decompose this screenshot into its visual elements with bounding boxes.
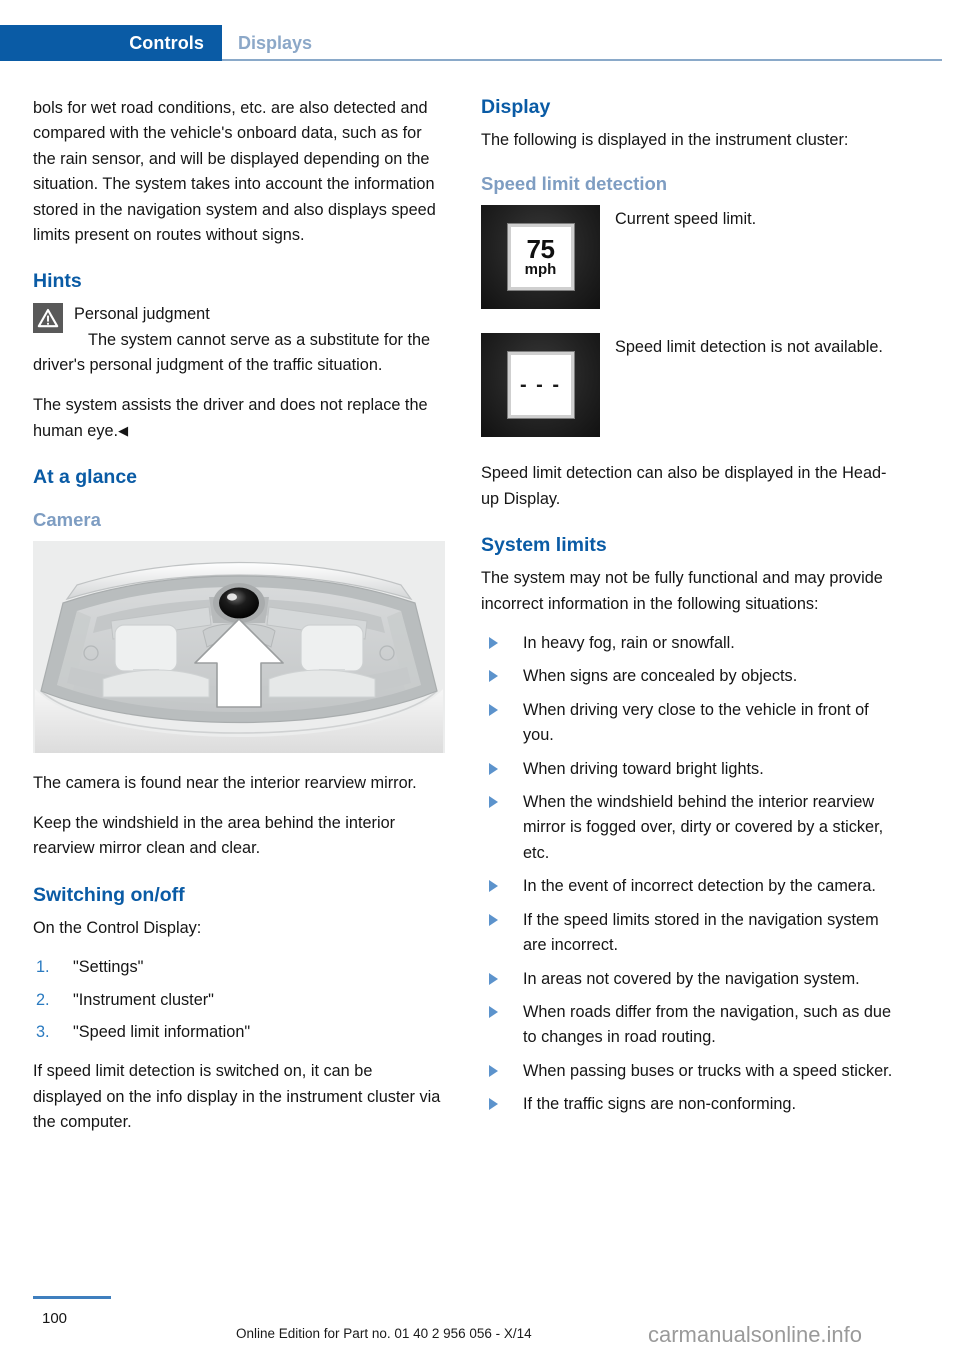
speed-limit-sign: - - - xyxy=(507,352,574,419)
display-icon-row: 75 mph Current speed limit. xyxy=(481,205,893,310)
heading-system-limits: System limits xyxy=(481,534,607,557)
intro-paragraph: bols for wet road conditions, etc. are a… xyxy=(33,99,436,245)
site-watermark: carmanualsonline.info xyxy=(648,1322,863,1347)
assist-paragraph-text: The system assists the driver and does n… xyxy=(33,395,428,441)
step-number: 3. xyxy=(36,1022,50,1041)
list-item: If the speed limits stored in the naviga… xyxy=(481,908,893,959)
list-item: When driving very close to the vehicle i… xyxy=(481,698,893,749)
system-limits-intro: The system may not be fully functional a… xyxy=(481,569,883,613)
bullet-triangle-icon xyxy=(489,913,498,926)
page-number: 100 xyxy=(42,1310,68,1327)
tab-controls[interactable]: Controls xyxy=(0,25,222,61)
icon-caption: Speed limit detection is not available. xyxy=(615,338,883,357)
list-item[interactable]: 2. "Instrument cluster" xyxy=(33,988,445,1013)
speed-limit-unit: mph xyxy=(524,260,557,278)
switching-intro: On the Control Display: xyxy=(33,918,202,937)
footer-divider xyxy=(33,1296,111,1299)
bullet-text: If the speed limits stored in the naviga… xyxy=(523,910,879,955)
edition-note: Online Edition for Part no. 01 40 2 956 … xyxy=(236,1326,532,1341)
system-limits-list: In heavy fog, rain or snowfall. When sig… xyxy=(481,631,893,1118)
subheading-speed-limit-detection: Speed limit detection xyxy=(481,173,668,195)
bullet-text: When driving toward bright lights. xyxy=(523,759,764,778)
list-item[interactable]: 3. "Speed limit information" xyxy=(33,1020,445,1045)
bullet-text: When passing buses or trucks with a spee… xyxy=(523,1061,893,1080)
warning-note-title: Personal judgment xyxy=(74,305,210,324)
step-number: 2. xyxy=(36,990,50,1009)
bullet-triangle-icon xyxy=(489,762,498,775)
bullet-triangle-icon xyxy=(489,703,498,716)
bullet-triangle-icon xyxy=(489,1064,498,1077)
bullet-text: In areas not covered by the navigation s… xyxy=(523,969,860,988)
step-number: 1. xyxy=(36,958,50,977)
list-item: In heavy fog, rain or snowfall. xyxy=(481,631,893,656)
list-item: When the windshield behind the interior … xyxy=(481,790,893,866)
camera-paragraph-1: The camera is found near the interior re… xyxy=(33,774,417,793)
step-label: "Instrument cluster" xyxy=(73,990,214,1009)
speed-limit-sign: 75 mph xyxy=(507,224,574,291)
bullet-triangle-icon xyxy=(489,637,498,650)
list-item: In the event of incorrect detection by t… xyxy=(481,874,893,899)
bullet-triangle-icon xyxy=(489,972,498,985)
right-column: Display The following is displayed in th… xyxy=(481,96,893,1126)
bullet-text: In the event of incorrect detection by t… xyxy=(523,877,876,896)
list-item: When driving toward bright lights. xyxy=(481,757,893,782)
heading-switching-on-off: Switching on/off xyxy=(33,883,185,906)
list-item[interactable]: 1. "Settings" xyxy=(33,955,445,980)
bullet-text: When roads differ from the navigation, s… xyxy=(523,1002,892,1047)
step-label: "Settings" xyxy=(73,958,144,977)
speed-limit-value: - - - xyxy=(519,374,562,397)
bullet-text: When the windshield behind the interior … xyxy=(523,793,884,862)
bullet-triangle-icon xyxy=(489,880,498,893)
heading-at-a-glance: At a glance xyxy=(33,466,138,489)
camera-paragraph-2: Keep the windshield in the area behind t… xyxy=(33,813,396,858)
subheading-camera: Camera xyxy=(33,509,101,531)
switching-steps-list: 1. "Settings" 2. "Instrument cluster" 3.… xyxy=(33,955,445,1045)
step-label: "Speed limit information" xyxy=(73,1022,251,1041)
list-item: When passing buses or trucks with a spee… xyxy=(481,1059,893,1084)
display-intro: The following is displayed in the instru… xyxy=(481,131,849,149)
page-footer: 100 Online Edition for Part no. 01 40 2 … xyxy=(0,1296,960,1362)
list-item: If the traffic signs are non-conforming. xyxy=(481,1092,893,1117)
display-icon-row: - - - Speed limit detection is not avail… xyxy=(481,333,893,438)
bullet-triangle-icon xyxy=(489,670,498,683)
left-column: bols for wet road conditions, etc. are a… xyxy=(33,96,445,1150)
switching-outro: If speed limit detection is switched on,… xyxy=(33,1062,441,1132)
list-item: In areas not covered by the navigation s… xyxy=(481,967,893,992)
bullet-text: When driving very close to the vehicle i… xyxy=(523,700,869,745)
warning-note: Personal judgment The system cannot serv… xyxy=(33,302,445,378)
list-item: When roads differ from the navigation, s… xyxy=(481,1000,893,1051)
bullet-triangle-icon xyxy=(489,1005,498,1018)
heading-hints: Hints xyxy=(33,270,82,293)
icon-caption: Current speed limit. xyxy=(615,210,757,229)
bullet-triangle-icon xyxy=(489,1098,498,1111)
assist-paragraph: The system assists the driver and does n… xyxy=(33,393,445,445)
camera-location-figure xyxy=(33,541,445,754)
tab-displays[interactable]: Displays xyxy=(238,25,312,61)
bullet-text: When signs are concealed by objects. xyxy=(523,667,798,686)
speed-limit-value: 75 xyxy=(526,233,555,264)
page-header: Controls Displays xyxy=(0,25,960,61)
speed-limit-unavailable-icon: - - - xyxy=(481,333,600,438)
speed-limit-sign-75mph-icon: 75 mph xyxy=(481,205,600,310)
section-end-mark: ◀ xyxy=(118,423,129,439)
list-item: When signs are concealed by objects. xyxy=(481,664,893,689)
warning-triangle-icon xyxy=(33,303,63,334)
hud-paragraph: Speed limit detection can also be displa… xyxy=(481,464,887,508)
warning-note-body: The system cannot serve as a substitute … xyxy=(33,330,431,375)
heading-display: Display xyxy=(481,96,551,118)
bullet-triangle-icon xyxy=(489,796,498,809)
bullet-text: If the traffic signs are non-conforming. xyxy=(523,1095,796,1114)
bullet-text: In heavy fog, rain or snowfall. xyxy=(523,634,735,653)
